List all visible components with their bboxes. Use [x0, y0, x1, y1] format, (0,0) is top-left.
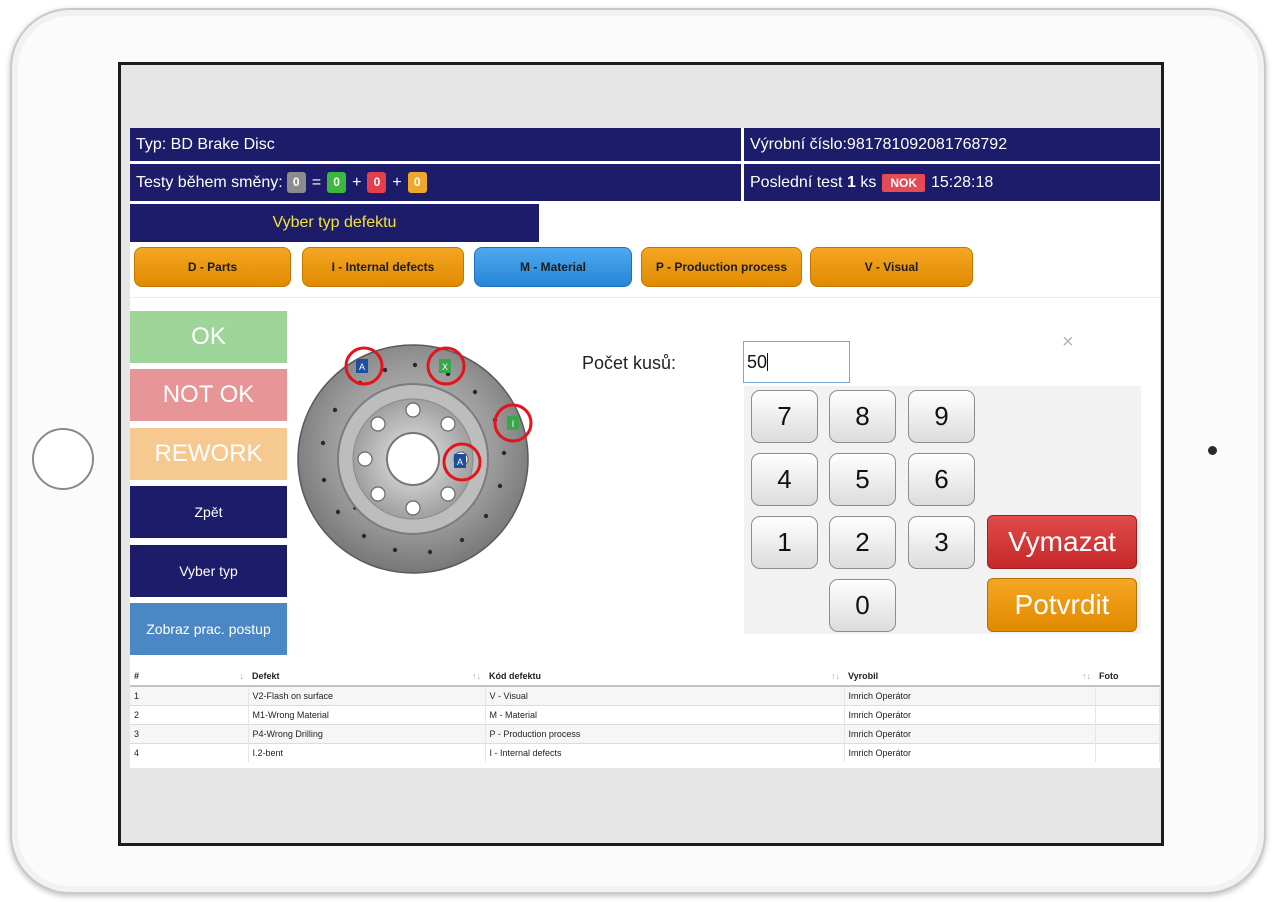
plus-sign: +	[392, 173, 402, 191]
count-input[interactable]: 50	[743, 341, 850, 383]
numeric-keypad: 7 8 9 4 5 6 1 2 3 0 Vymazat Potvrdit	[744, 386, 1141, 634]
plus-sign: +	[352, 173, 362, 191]
count-label: Počet kusů:	[582, 353, 677, 373]
last-test-unit: ks	[860, 173, 877, 191]
ok-count-badge: 0	[327, 172, 347, 193]
defect-type-title: Vyber typ defektu	[130, 204, 539, 242]
app-content: Typ: BD Brake Disc Výrobní číslo:9817810…	[130, 128, 1160, 768]
equals-sign: =	[311, 173, 322, 191]
cell-photo	[1095, 723, 1160, 743]
cell-defect-code: P - Production process	[485, 723, 845, 743]
divider	[130, 297, 1160, 298]
serial-number: Výrobní číslo:981781092081768792	[750, 135, 1008, 153]
key-2[interactable]: 2	[829, 516, 896, 569]
show-work-procedure-button[interactable]: Zobraz prac. postup	[130, 603, 287, 655]
brake-disc-image[interactable]: A X I A	[290, 318, 550, 588]
cell-index: 1	[130, 685, 249, 705]
last-test-bar: Poslední test 1 ks NOK 15:28:18	[744, 164, 1160, 201]
column-header-defect[interactable]: Defekt ↑↓	[248, 666, 485, 687]
cell-index: 3	[130, 723, 249, 743]
marker-label-x: X	[442, 362, 448, 372]
key-7[interactable]: 7	[751, 390, 818, 443]
marker-label-a: A	[359, 362, 365, 372]
rework-button[interactable]: REWORK	[130, 428, 287, 480]
camera-dot	[1208, 446, 1217, 455]
key-9[interactable]: 9	[908, 390, 975, 443]
table-row[interactable]: 3 P4-Wrong Drilling P - Production proce…	[130, 723, 1160, 743]
cell-defect-code: M - Material	[485, 704, 845, 724]
rework-count-badge: 0	[407, 172, 427, 193]
category-button-parts[interactable]: D - Parts	[134, 247, 291, 287]
screen: Typ: BD Brake Disc Výrobní číslo:9817810…	[118, 62, 1164, 846]
cell-defect-code: V - Visual	[485, 685, 845, 705]
category-button-internal-defects[interactable]: I - Internal defects	[302, 247, 464, 287]
category-button-visual[interactable]: V - Visual	[810, 247, 973, 287]
cell-defect: M1-Wrong Material	[248, 704, 486, 724]
category-button-production-process[interactable]: P - Production process	[641, 247, 802, 287]
cell-index: 4	[130, 742, 249, 762]
column-header-made-by[interactable]: Vyrobil ↑↓	[844, 666, 1095, 687]
clear-button[interactable]: Vymazat	[987, 515, 1137, 569]
close-icon[interactable]: ×	[1062, 331, 1074, 354]
last-test-qty: 1	[846, 173, 856, 191]
back-button[interactable]: Zpět	[130, 486, 287, 538]
cell-defect: P4-Wrong Drilling	[248, 723, 486, 743]
last-test-prefix: Poslední test	[750, 173, 843, 191]
cell-made-by: Imrich Operátor	[844, 723, 1096, 743]
cell-made-by: Imrich Operátor	[844, 685, 1096, 705]
not-ok-button[interactable]: NOT OK	[130, 369, 287, 421]
select-type-button[interactable]: Vyber typ	[130, 545, 287, 597]
key-5[interactable]: 5	[829, 453, 896, 506]
key-6[interactable]: 6	[908, 453, 975, 506]
key-0[interactable]: 0	[829, 579, 896, 632]
type-bar: Typ: BD Brake Disc	[130, 128, 741, 161]
cell-photo	[1095, 742, 1160, 762]
key-3[interactable]: 3	[908, 516, 975, 569]
nok-count-badge: 0	[367, 172, 387, 193]
column-header-index[interactable]: # ↓	[130, 666, 248, 687]
marker-label-a: A	[457, 457, 463, 467]
confirm-button[interactable]: Potvrdit	[987, 578, 1137, 632]
table-row[interactable]: 4 I.2-bent I - Internal defects Imrich O…	[130, 742, 1160, 762]
ok-button[interactable]: OK	[130, 311, 287, 363]
category-button-material[interactable]: M - Material	[474, 247, 632, 287]
serial-bar: Výrobní číslo:981781092081768792	[744, 128, 1160, 161]
column-header-defect-code[interactable]: Kód defektu ↑↓	[485, 666, 844, 687]
key-1[interactable]: 1	[751, 516, 818, 569]
cell-photo	[1095, 704, 1160, 724]
last-test-time: 15:28:18	[930, 173, 994, 191]
column-header-photo[interactable]: Foto	[1095, 666, 1160, 687]
key-4[interactable]: 4	[751, 453, 818, 506]
cell-photo	[1095, 685, 1160, 705]
cell-made-by: Imrich Operátor	[844, 742, 1096, 762]
cell-defect: V2-Flash on surface	[248, 685, 486, 705]
key-8[interactable]: 8	[829, 390, 896, 443]
cell-defect-code: I - Internal defects	[485, 742, 845, 762]
cell-defect: I.2-bent	[248, 742, 486, 762]
text-caret	[767, 353, 769, 371]
cell-made-by: Imrich Operátor	[844, 704, 1096, 724]
type-label: Typ: BD Brake Disc	[136, 135, 275, 153]
shift-tests-label: Testy během směny:	[136, 173, 283, 191]
table-row[interactable]: 1 V2-Flash on surface V - Visual Imrich …	[130, 685, 1160, 705]
total-count-badge: 0	[286, 172, 306, 193]
marker-label-i: I	[512, 419, 515, 429]
table-header-row: # ↓ Defekt ↑↓ Kód defektu ↑↓ Vyrobil ↑↓ Foto	[130, 666, 1160, 687]
sort-icon[interactable]: ↑↓	[1082, 671, 1091, 681]
table-row[interactable]: 2 M1-Wrong Material M - Material Imrich …	[130, 704, 1160, 724]
sort-icon[interactable]: ↑↓	[472, 671, 481, 681]
cell-index: 2	[130, 704, 249, 724]
sort-icon[interactable]: ↑↓	[831, 671, 840, 681]
home-button[interactable]	[32, 428, 94, 490]
sort-icon[interactable]: ↓	[240, 671, 245, 681]
last-test-status-badge: NOK	[882, 173, 925, 192]
shift-tests-bar: Testy během směny: 0 = 0 + 0 + 0	[130, 164, 741, 201]
center-bore	[386, 432, 440, 486]
defects-table: # ↓ Defekt ↑↓ Kód defektu ↑↓ Vyrobil ↑↓ Foto…	[130, 666, 1160, 762]
count-value: 50	[747, 352, 768, 372]
